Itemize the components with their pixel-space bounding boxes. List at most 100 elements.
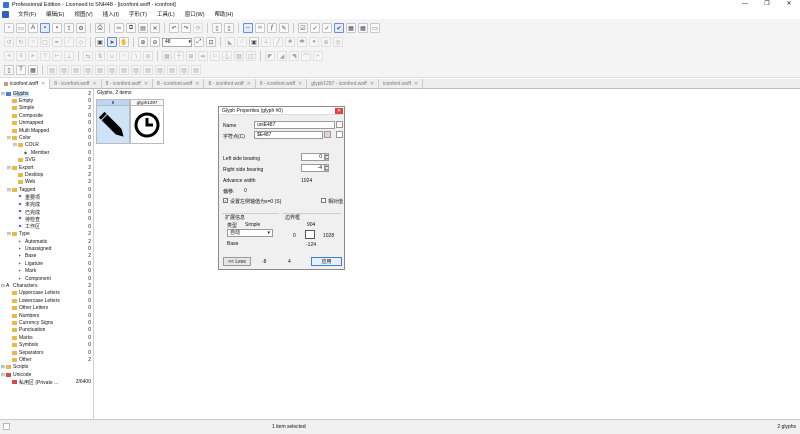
tree-item[interactable]: ⚑ 待检查 0 — [13, 216, 93, 223]
name-field[interactable]: uniE487 — [254, 121, 335, 129]
tree-item[interactable]: Marks 0 — [7, 334, 93, 341]
table-icon[interactable]: ▦ — [346, 23, 356, 33]
paste-icon[interactable]: ▤ — [138, 23, 148, 33]
tree-item[interactable]: Empty 0 — [7, 97, 93, 104]
check-glyph-icon[interactable]: ☑ — [298, 23, 308, 33]
menu-tools[interactable]: 工具(L) — [152, 10, 180, 18]
rsb-stepper[interactable]: ▴ ▾ — [325, 164, 329, 172]
page-icon[interactable]: ▯ — [212, 23, 222, 33]
menu-insert[interactable]: 插入(I) — [98, 10, 124, 18]
table-k-icon[interactable]: ▤ — [167, 65, 177, 75]
class-select[interactable]: 自动 ▾ — [227, 229, 273, 237]
tree-item[interactable]: Simple 2 — [7, 105, 93, 112]
tree-item[interactable]: Punctuation 0 — [7, 327, 93, 334]
hint-icon[interactable]: ⚐ — [210, 51, 220, 61]
tab-glyph-8-d[interactable]: 8 - iconfont.woff ✕ — [204, 79, 256, 89]
glyph-cell-pencil[interactable]: 8 — [96, 99, 130, 144]
close-tab-icon[interactable]: ✕ — [41, 81, 45, 87]
text-tool-icon[interactable]: T — [16, 65, 26, 75]
oval-icon[interactable]: ⬬ — [297, 37, 307, 47]
intersect-icon[interactable]: ∩ — [119, 51, 129, 61]
union-icon[interactable]: ∪ — [107, 51, 117, 61]
tree-item[interactable]: Other Letters 0 — [7, 305, 93, 312]
tree-item[interactable]: Numbers 0 — [7, 312, 93, 319]
tree-item[interactable]: ⊟ Glyphs 2 — [1, 90, 93, 97]
layer-icon[interactable]: ◫ — [246, 51, 256, 61]
tree-item[interactable]: Multi Mapped 0 — [7, 127, 93, 134]
align-top-icon[interactable]: ⊤ — [40, 51, 50, 61]
close-tab-icon[interactable]: ✕ — [195, 81, 199, 87]
redo-icon[interactable]: ↷ — [181, 23, 191, 33]
tab-glyph-8-c[interactable]: 8 - iconfont.woff ✕ — [153, 79, 205, 89]
table-e-icon[interactable]: ▤ — [95, 65, 105, 75]
align-right-icon[interactable]: ⫸ — [28, 51, 38, 61]
tree-item[interactable]: Uppercase Letters 0 — [7, 290, 93, 297]
extrapolate-icon[interactable]: ◤ — [265, 51, 275, 61]
tree-item[interactable]: ✦ Mark 0 — [13, 268, 93, 275]
tab-glyph-8-e[interactable]: 8 - iconfont.woff ✕ — [256, 79, 308, 89]
close-path-icon[interactable]: ◥ — [289, 51, 299, 61]
tree-item[interactable]: ⊟ Type 2 — [7, 231, 93, 238]
copy-icon[interactable]: ⧉ — [126, 23, 136, 33]
circle-icon[interactable]: ● — [309, 37, 319, 47]
table-h-icon[interactable]: ▤ — [131, 65, 141, 75]
square-icon[interactable]: ■ — [285, 37, 295, 47]
subtract-icon[interactable]: ∖ — [131, 51, 141, 61]
guide-icon[interactable]: ┼ — [174, 51, 184, 61]
rotate-left-icon[interactable]: ↺ — [4, 37, 14, 47]
align-left-icon[interactable]: ⫷ — [4, 51, 14, 61]
tree-item[interactable]: Currency Signs 0 — [7, 319, 93, 326]
tree-item[interactable]: ⊞ Scripts — [1, 364, 93, 371]
cut-icon[interactable]: ✂ — [114, 23, 124, 33]
document-icon[interactable] — [2, 10, 9, 18]
table-edit-icon[interactable]: ▦ — [358, 23, 368, 33]
tree-item[interactable]: ⊟ COLR 0 — [13, 142, 93, 149]
add-circle-icon[interactable]: ⊕ — [321, 37, 331, 47]
tree-item[interactable]: Other 2 — [7, 356, 93, 363]
zoom-out-icon[interactable]: ⊖ — [150, 37, 160, 47]
tree-item[interactable]: 私用区 (Private ... 2/6400 — [7, 379, 93, 386]
kern-icon[interactable]: ⇹ — [198, 51, 208, 61]
close-tab-icon[interactable]: ✕ — [92, 81, 96, 87]
code-icon[interactable]: ‹› — [255, 23, 265, 33]
close-tab-icon[interactable]: ✕ — [414, 81, 418, 87]
ellipse-icon[interactable]: ○ — [28, 37, 38, 47]
triangle-icon[interactable]: ◣ — [225, 37, 235, 47]
tree-item[interactable]: ✦ Automatic 2 — [13, 238, 93, 245]
flip-v-icon[interactable]: ⇅ — [95, 51, 105, 61]
link-icon[interactable]: ⇔ — [243, 23, 253, 33]
tree-item[interactable]: Symbols 0 — [7, 342, 93, 349]
exclude-icon[interactable]: ⊘ — [143, 51, 153, 61]
char-map-icon[interactable] — [324, 131, 331, 138]
line-icon[interactable]: ╱ — [273, 37, 283, 47]
zoom-rect-icon[interactable]: ⊡ — [206, 37, 216, 47]
less-button[interactable]: << Less — [223, 257, 251, 266]
tree-item[interactable]: Separators 0 — [7, 349, 93, 356]
brush-icon[interactable]: ✎ — [279, 23, 289, 33]
menu-glyph[interactable]: 字形(T) — [124, 10, 152, 18]
table-d-icon[interactable]: ▤ — [83, 65, 93, 75]
page-layout-icon[interactable]: ▯ — [4, 65, 14, 75]
tab-iconfont-2[interactable]: iconfont.woff ✕ — [379, 79, 424, 89]
mask-icon[interactable]: ▧ — [234, 51, 244, 61]
tree-item[interactable]: Web 2 — [13, 179, 93, 186]
tree-item[interactable]: ⚑ 已完成 0 — [13, 208, 93, 216]
hand-tool-icon[interactable]: ✋ — [119, 37, 129, 47]
tree-item[interactable]: ✦ Component 0 — [13, 275, 93, 282]
tree-item[interactable]: Lowercase Letters 0 — [7, 297, 93, 304]
table-i-icon[interactable]: ▤ — [143, 65, 153, 75]
flip-h-icon[interactable]: ⇆ — [83, 51, 93, 61]
table-l-icon[interactable]: ▤ — [179, 65, 189, 75]
close-tab-icon[interactable]: ✕ — [370, 81, 374, 87]
minimize-button[interactable]: — — [734, 0, 756, 9]
table-j-icon[interactable]: ▤ — [155, 65, 165, 75]
table-a-icon[interactable]: ▤ — [47, 65, 57, 75]
fit-icon[interactable]: ⤢ — [194, 37, 204, 47]
apply-button[interactable]: 应用 — [311, 257, 342, 266]
grid-view-icon[interactable]: ▦ — [28, 65, 38, 75]
contour-icon[interactable]: ◢ — [277, 51, 287, 61]
tree-item[interactable]: ⚑ 未完成 0 — [13, 201, 93, 209]
corner-icon[interactable]: ⌐ — [313, 51, 323, 61]
validate-icon[interactable]: ✓ — [310, 23, 320, 33]
lsb-stepper[interactable]: ▴ ▾ — [325, 153, 329, 161]
